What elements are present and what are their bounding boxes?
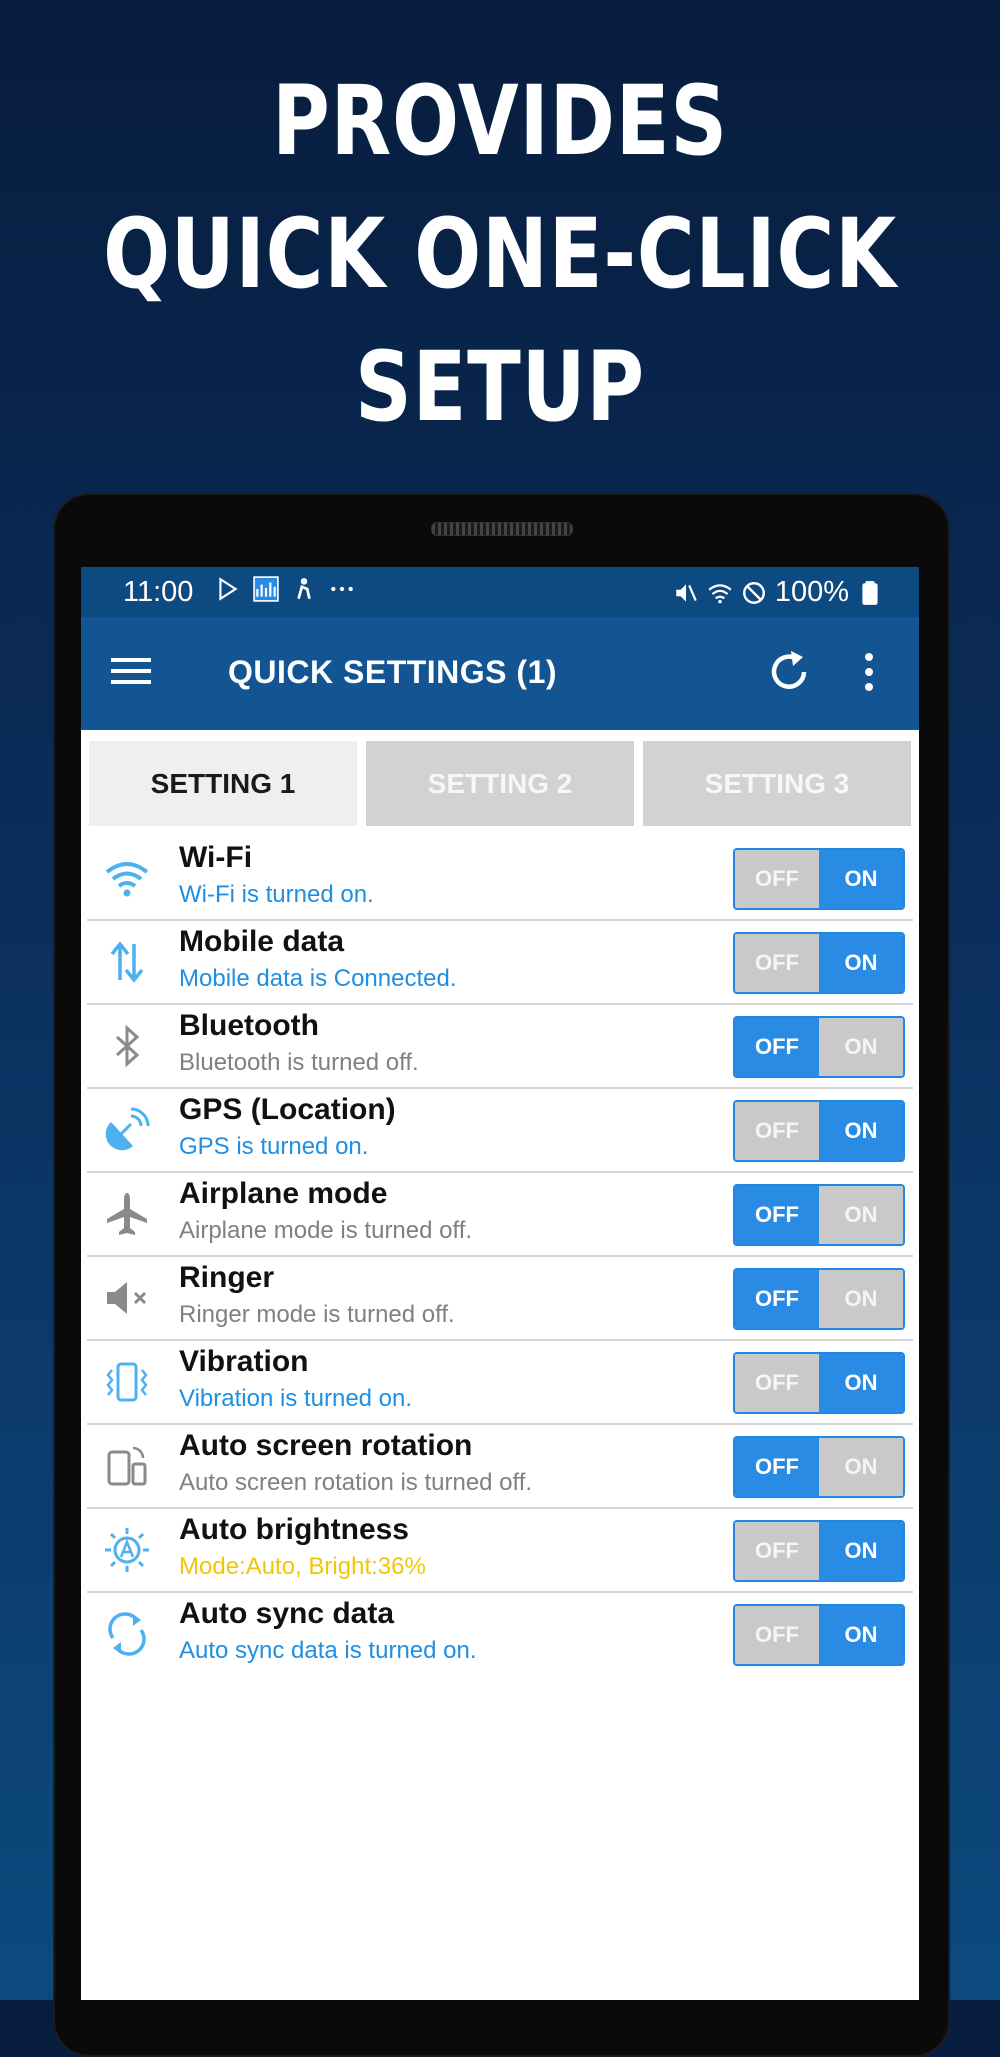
toggle-on[interactable]: ON [819,1606,903,1664]
toggle-on[interactable]: ON [819,1438,903,1496]
phone-screen: 11:00 100% QUICK SETTINGS (1) SETTING 1 … [81,567,919,2000]
setting-status: Auto screen rotation is turned off. [179,1469,533,1496]
wifi-icon [105,862,149,897]
promo-headline: PROVIDES QUICK ONE-CLICK SETUP [90,55,910,454]
setting-status: Vibration is turned on. [179,1385,413,1412]
auto-sync-toggle[interactable]: OFF ON [733,1604,905,1666]
toggle-off[interactable]: OFF [735,1522,819,1580]
screen-rotation-toggle[interactable]: OFF ON [733,1436,905,1498]
setting-title: Bluetooth [179,1009,319,1042]
airplane-icon [107,1193,147,1235]
toggle-off[interactable]: OFF [735,1186,819,1244]
toggle-off[interactable]: OFF [735,1438,819,1496]
setting-title: Ringer [179,1261,275,1294]
ringer-muted-icon [107,1282,147,1314]
setting-title: Auto brightness [179,1513,409,1546]
setting-status: Mode:Auto, Bright:36% [179,1553,426,1580]
block-icon [742,581,765,604]
battery-icon [862,580,878,605]
setting-row-vibration[interactable]: Vibration Vibration is turned on. OFF ON [87,1341,913,1425]
setting-row-auto-sync[interactable]: Auto sync data Auto sync data is turned … [87,1593,913,1675]
screen-rotation-icon [107,1446,147,1486]
setting-row-screen-rotation[interactable]: Auto screen rotation Auto screen rotatio… [87,1425,913,1509]
battery-percent: 100% [774,576,849,608]
toggle-on[interactable]: ON [819,1018,903,1076]
settings-list: Wi-Fi Wi-Fi is turned on. OFF ON Mobile … [87,837,913,1675]
setting-row-ringer[interactable]: Ringer Ringer mode is turned off. OFF ON [87,1257,913,1341]
setting-status: Ringer mode is turned off. [179,1301,455,1328]
toggle-on[interactable]: ON [819,850,903,908]
setting-row-gps[interactable]: GPS (Location) GPS is turned on. OFF ON [87,1089,913,1173]
more-notifications-icon [331,586,353,592]
toggle-on[interactable]: ON [819,1270,903,1328]
play-store-icon [219,577,238,601]
status-bar: 11:00 100% [81,567,919,617]
setting-status: Mobile data is Connected. [179,965,457,992]
setting-title: Vibration [179,1345,309,1378]
setting-status: Auto sync data is turned on. [179,1637,477,1664]
mobile-data-toggle[interactable]: OFF ON [733,932,905,994]
airplane-toggle[interactable]: OFF ON [733,1184,905,1246]
phone-speaker [431,522,573,536]
vibration-toggle[interactable]: OFF ON [733,1352,905,1414]
bluetooth-toggle[interactable]: OFF ON [733,1016,905,1078]
toggle-off[interactable]: OFF [735,850,819,908]
toggle-on[interactable]: ON [819,934,903,992]
menu-icon[interactable] [109,649,153,693]
toggle-off[interactable]: OFF [735,1102,819,1160]
bluetooth-icon [115,1024,140,1068]
headline-line-2: QUICK ONE-CLICK [103,198,897,310]
app-bar: QUICK SETTINGS (1) [81,617,919,730]
setting-status: Bluetooth is turned off. [179,1049,419,1076]
toggle-off[interactable]: OFF [735,1606,819,1664]
setting-title: GPS (Location) [179,1093,396,1126]
auto-brightness-toggle[interactable]: OFF ON [733,1520,905,1582]
more-vert-icon[interactable] [859,649,879,695]
setting-row-mobile-data[interactable]: Mobile data Mobile data is Connected. OF… [87,921,913,1005]
setting-title: Auto sync data [179,1597,395,1630]
setting-title: Wi-Fi [179,841,253,874]
chart-icon [253,576,279,602]
app-title: QUICK SETTINGS (1) [228,654,558,690]
setting-title: Airplane mode [179,1177,388,1210]
sync-icon [108,1612,146,1656]
toggle-on[interactable]: ON [819,1102,903,1160]
accessibility-icon [297,578,311,600]
setting-title: Mobile data [179,925,345,958]
gps-icon [105,1107,150,1151]
mobile-data-icon [110,941,144,983]
setting-row-bluetooth[interactable]: Bluetooth Bluetooth is turned off. OFF O… [87,1005,913,1089]
mute-icon [676,583,697,602]
setting-row-auto-brightness[interactable]: Auto brightness Mode:Auto, Bright:36% OF… [87,1509,913,1593]
status-time: 11:00 [123,576,194,608]
tab-setting-2[interactable]: SETTING 2 [366,741,634,826]
setting-status: Wi-Fi is turned on. [179,881,374,908]
headline-line-1: PROVIDES [272,65,728,177]
vibration-icon [106,1362,148,1402]
setting-row-wifi[interactable]: Wi-Fi Wi-Fi is turned on. OFF ON [87,837,913,921]
toggle-on[interactable]: ON [819,1522,903,1580]
toggle-on[interactable]: ON [819,1354,903,1412]
toggle-off[interactable]: OFF [735,1018,819,1076]
tab-setting-3[interactable]: SETTING 3 [643,741,911,826]
wifi-icon [708,583,732,603]
setting-status: GPS is turned on. [179,1133,369,1160]
toggle-off[interactable]: OFF [735,1270,819,1328]
toggle-off[interactable]: OFF [735,934,819,992]
toggle-off[interactable]: OFF [735,1354,819,1412]
toggle-on[interactable]: ON [819,1186,903,1244]
setting-status: Airplane mode is turned off. [179,1217,473,1244]
refresh-icon[interactable] [764,647,814,697]
gps-toggle[interactable]: OFF ON [733,1100,905,1162]
tab-bar: SETTING 1 SETTING 2 SETTING 3 [81,730,919,833]
headline-line-3: SETUP [355,331,645,443]
setting-row-airplane[interactable]: Airplane mode Airplane mode is turned of… [87,1173,913,1257]
tab-setting-1[interactable]: SETTING 1 [89,741,357,826]
setting-title: Auto screen rotation [179,1429,473,1462]
ringer-toggle[interactable]: OFF ON [733,1268,905,1330]
auto-brightness-icon [105,1528,149,1572]
wifi-toggle[interactable]: OFF ON [733,848,905,910]
